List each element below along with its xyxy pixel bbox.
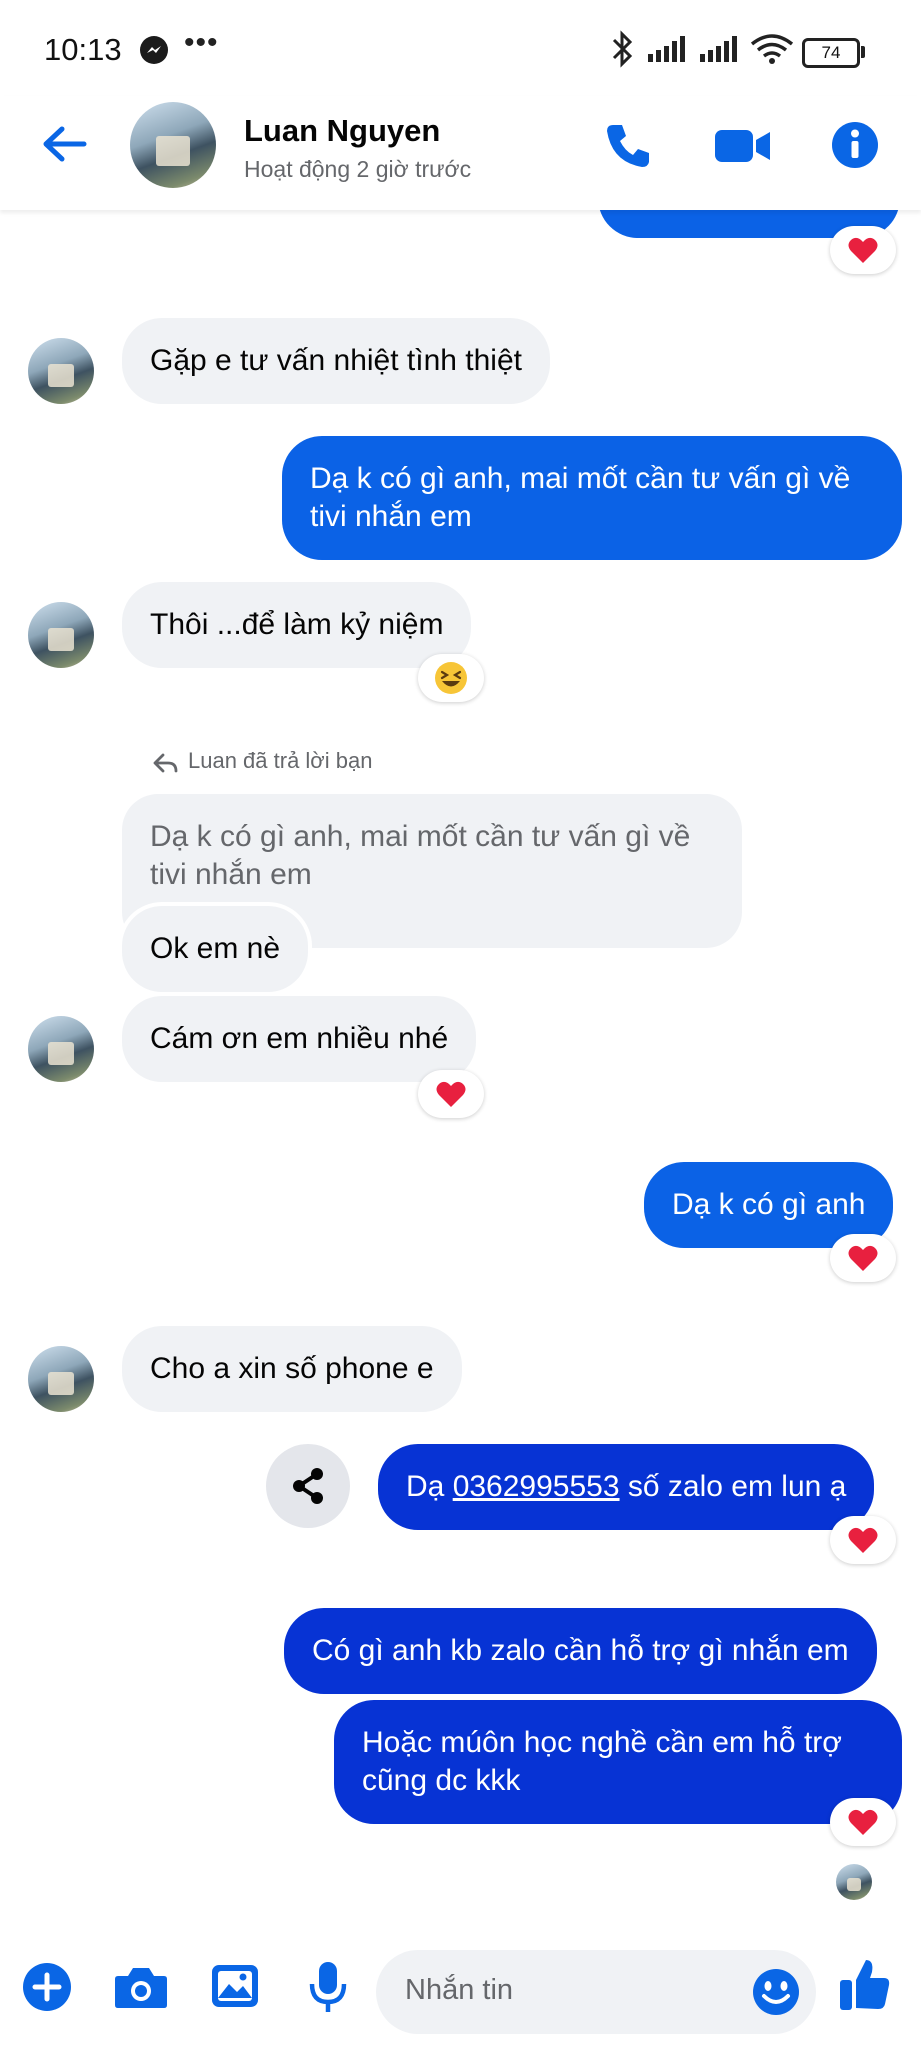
- message-text-line2: cũng dc kkk: [362, 1764, 521, 1797]
- like-thumbs-up-icon[interactable]: [838, 1956, 892, 2012]
- sender-avatar[interactable]: [28, 1346, 94, 1412]
- received-message-bubble[interactable]: Ok em nè: [122, 906, 309, 992]
- message-text: Ok em nè: [150, 932, 281, 965]
- gallery-icon[interactable]: [210, 1962, 260, 2010]
- wifi-icon: [750, 34, 794, 64]
- message-input-placeholder: Nhắn tin: [405, 1974, 514, 2006]
- share-button[interactable]: [266, 1444, 350, 1528]
- quoted-text-line2: tivi nhắn em: [150, 858, 312, 891]
- microphone-icon[interactable]: [308, 1960, 348, 2014]
- reaction-heart[interactable]: [830, 1798, 896, 1846]
- reaction-heart[interactable]: [830, 1516, 896, 1564]
- message-text-line1: Hoặc múôn học nghề cần em hỗ trợ: [362, 1726, 842, 1759]
- contact-avatar[interactable]: [130, 102, 216, 188]
- received-message-bubble[interactable]: Cho a xin số phone e: [122, 1326, 462, 1412]
- phone-number-link[interactable]: 0362995553: [453, 1470, 620, 1503]
- seen-avatar: [836, 1864, 872, 1900]
- heart-icon: [848, 1245, 878, 1271]
- laughing-emoji-icon: [435, 662, 467, 694]
- message-text: Dạ k có gì anh: [672, 1188, 866, 1221]
- message-text-line1: Dạ k có gì anh, mai mốt cần tư vấn gì về: [310, 462, 851, 495]
- back-arrow-icon[interactable]: [40, 124, 88, 164]
- bluetooth-icon: [612, 30, 633, 68]
- heart-icon: [848, 1809, 878, 1835]
- reaction-laugh[interactable]: [418, 654, 484, 702]
- reaction-heart[interactable]: [830, 1234, 896, 1282]
- battery-tip: [861, 46, 865, 58]
- received-message-bubble[interactable]: Cám ơn em nhiều nhé: [122, 996, 477, 1082]
- signal-icon-2: [700, 36, 737, 62]
- heart-icon: [848, 1527, 878, 1553]
- heart-icon: [436, 1081, 466, 1107]
- info-icon[interactable]: [830, 120, 880, 170]
- signal-icon-1: [648, 36, 685, 62]
- message-text: Thôi ...để làm kỷ niệm: [150, 608, 444, 641]
- received-message-bubble[interactable]: Gặp e tư vấn nhiệt tình thiệt: [122, 318, 550, 404]
- reply-arrow-icon: [153, 753, 178, 773]
- plus-icon[interactable]: [22, 1962, 72, 2012]
- more-notifications-icon: •••: [184, 26, 219, 59]
- reaction-heart[interactable]: [418, 1070, 484, 1118]
- received-message-bubble[interactable]: Thôi ...để làm kỷ niệm: [122, 582, 472, 668]
- contact-active-status: Hoạt động 2 giờ trước: [244, 156, 472, 182]
- sent-message-bubble[interactable]: Có gì anh kb zalo cần hỗ trợ gì nhắn em: [284, 1608, 877, 1694]
- message-text: Có gì anh kb zalo cần hỗ trợ gì nhắn em: [312, 1634, 849, 1667]
- message-text-prefix: Dạ: [406, 1470, 453, 1503]
- sent-message-bubble[interactable]: Hoặc múôn học nghề cần em hỗ trợ cũng dc…: [334, 1700, 902, 1824]
- message-text: Cám ơn em nhiều nhé: [150, 1022, 449, 1055]
- phone-call-icon[interactable]: [604, 120, 654, 170]
- message-text: Cho a xin số phone e: [150, 1352, 434, 1385]
- video-call-icon[interactable]: [714, 126, 772, 166]
- quoted-text-line1: Dạ k có gì anh, mai mốt cần tư vấn gì về: [150, 820, 691, 853]
- sent-message-bubble[interactable]: Dạ k có gì anh, mai mốt cần tư vấn gì về…: [282, 436, 902, 560]
- sender-avatar[interactable]: [28, 602, 94, 668]
- camera-icon[interactable]: [114, 1964, 168, 2010]
- heart-icon: [848, 237, 878, 263]
- reaction-heart[interactable]: [830, 226, 896, 274]
- sent-message-bubble[interactable]: Dạ 0362995553 số zalo em lun ạ: [378, 1444, 875, 1530]
- message-text-line2: tivi nhắn em: [310, 500, 472, 533]
- contact-name[interactable]: Luan Nguyen: [244, 113, 440, 149]
- message-text: Gặp e tư vấn nhiệt tình thiệt: [150, 344, 522, 377]
- reply-label: Luan đã trả lời bạn: [188, 748, 373, 773]
- share-icon: [293, 1468, 323, 1504]
- message-text-suffix: số zalo em lun ạ: [619, 1470, 847, 1503]
- sender-avatar[interactable]: [28, 338, 94, 404]
- messenger-notification-icon: [140, 36, 168, 64]
- emoji-icon[interactable]: [752, 1968, 800, 2016]
- battery-icon: 74: [802, 38, 860, 68]
- sender-avatar[interactable]: [28, 1016, 94, 1082]
- status-time: 10:13: [44, 32, 122, 67]
